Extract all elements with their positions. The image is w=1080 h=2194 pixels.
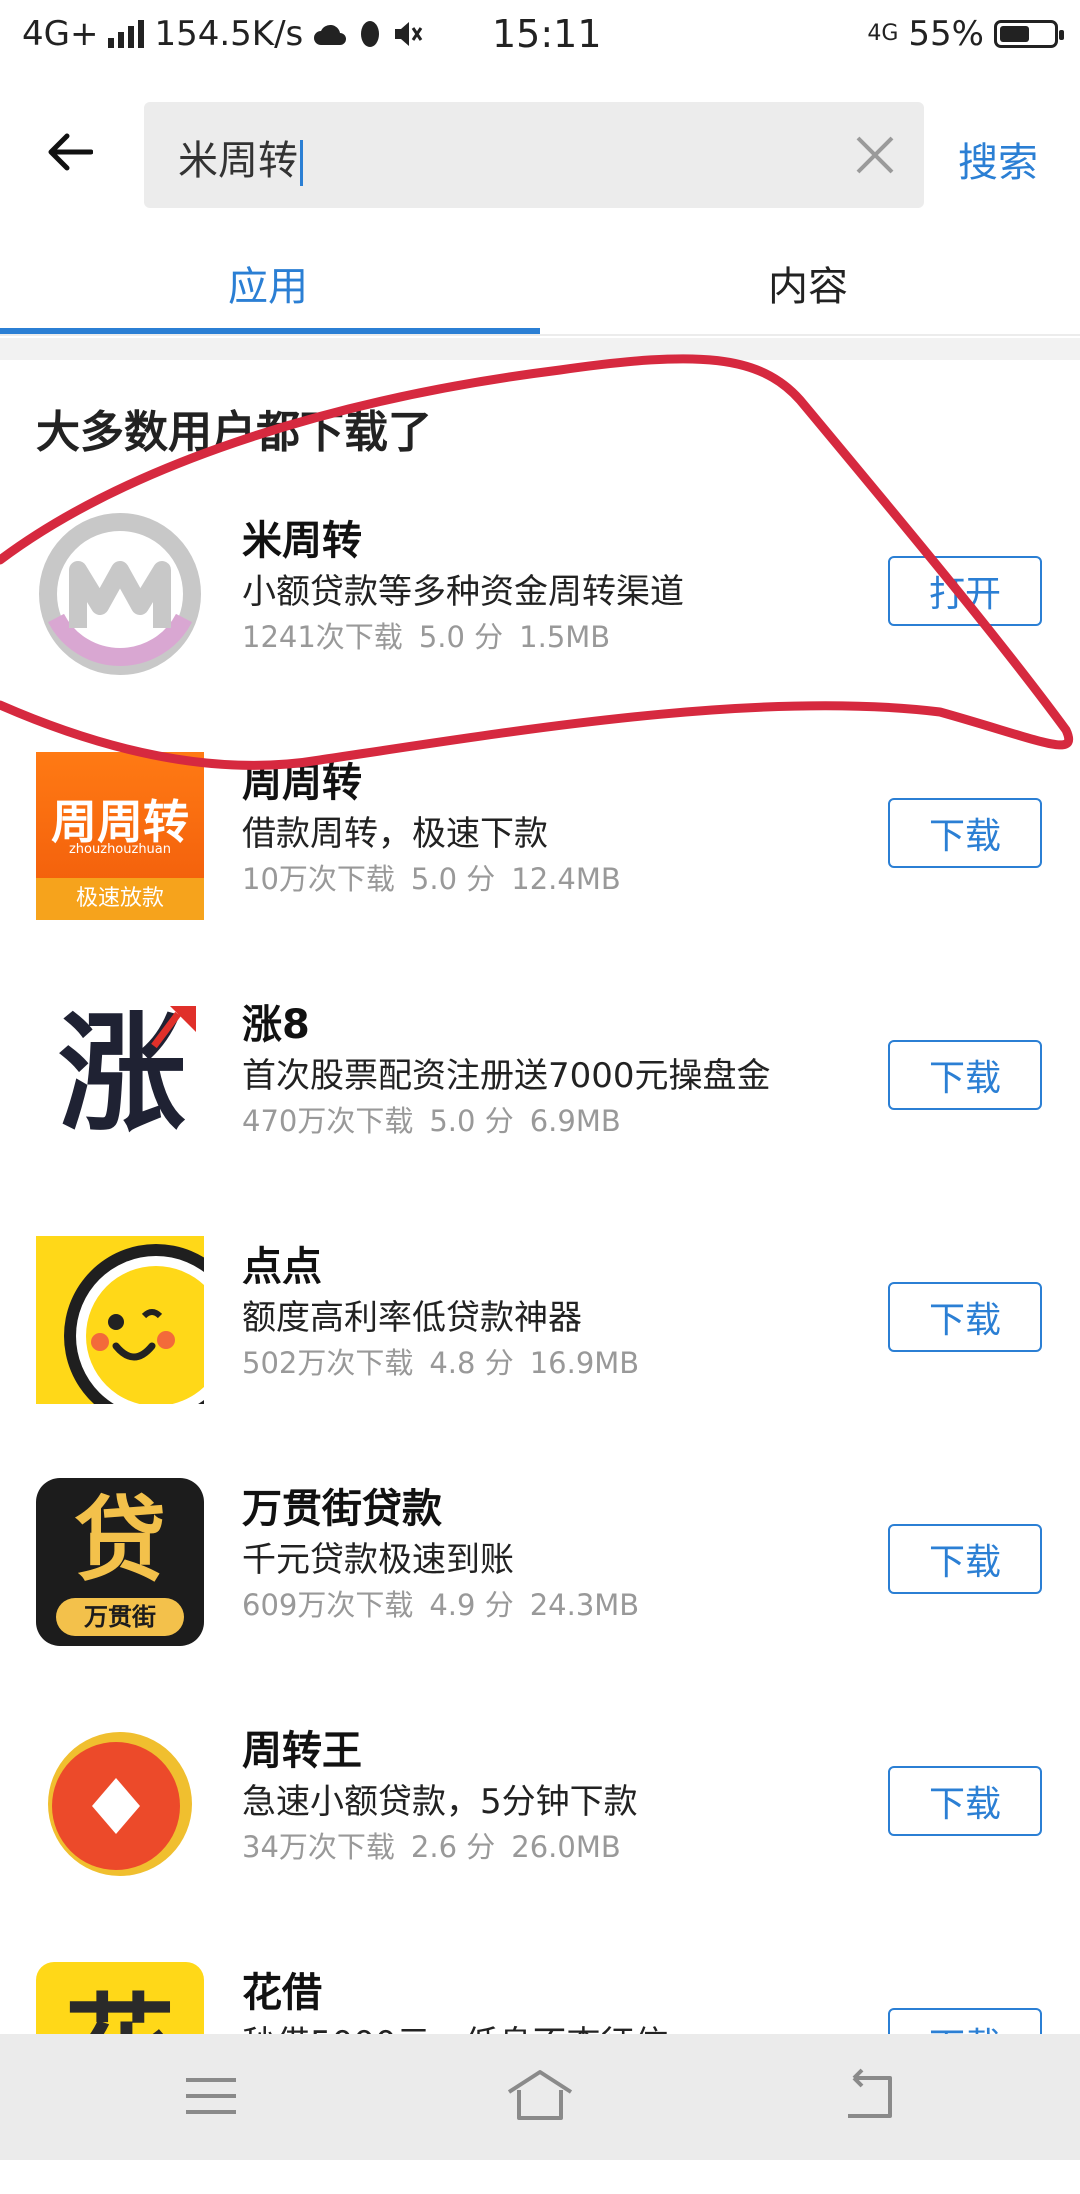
zhang8-logo-icon: 涨	[36, 994, 204, 1162]
rating: 4.9 分	[429, 1588, 514, 1622]
network-speed: 154.5K/s	[154, 14, 304, 54]
section-title: 大多数用户都下载了	[36, 407, 432, 458]
cloud-icon	[314, 24, 347, 45]
file-size: 6.9MB	[529, 1104, 621, 1138]
app-meta: 1241次下载 5.0 分 1.5MB	[242, 614, 626, 656]
file-size: 24.3MB	[529, 1588, 640, 1622]
download-button[interactable]: 下载	[888, 798, 1042, 868]
search-button[interactable]: 搜索	[958, 130, 1038, 188]
clock: 15:11	[492, 12, 602, 56]
app-name: 万贯街贷款	[242, 1486, 442, 1532]
file-size: 26.0MB	[511, 1830, 621, 1864]
tab-content[interactable]: 内容	[768, 254, 848, 312]
list-item[interactable]: 周转王 急速小额贷款，5分钟下款 34万次下载 2.6 分 26.0MB 下载	[0, 1710, 1080, 1952]
app-meta: 10万次下载 5.0 分 12.4MB	[242, 856, 637, 898]
download-count: 1241次下载	[242, 620, 403, 654]
open-button[interactable]: 打开	[888, 556, 1042, 626]
text-cursor	[300, 140, 303, 186]
download-button[interactable]: 下载	[888, 1524, 1042, 1594]
navigation-bar	[0, 2034, 1080, 2160]
rating: 5.0 分	[429, 1104, 514, 1138]
signal-icon	[108, 20, 145, 48]
arrow-left-icon	[48, 133, 93, 171]
mi-zhouzhuan-logo-icon	[36, 510, 204, 678]
network-type-right: 4G	[867, 21, 899, 46]
app-description: 首次股票配资注册送7000元操盘金	[242, 1056, 771, 1096]
download-count: 470万次下载	[242, 1104, 414, 1138]
list-item[interactable]: 贷 万贯街 万贯街贷款 千元贷款极速到账 609万次下载 4.9 分 24.3MB …	[0, 1468, 1080, 1710]
file-size: 1.5MB	[519, 620, 611, 654]
download-count: 609万次下载	[242, 1588, 414, 1622]
status-bar: 4G+ 154.5K/s 15:11 4G 55%	[0, 0, 1080, 76]
download-button[interactable]: 下载	[888, 1766, 1042, 1836]
rating: 2.6 分	[410, 1830, 496, 1864]
return-icon	[848, 2068, 892, 2118]
search-query: 米周转	[178, 138, 298, 184]
download-button[interactable]: 下载	[888, 1282, 1042, 1352]
rating: 5.0 分	[410, 862, 496, 896]
app-name: 周周转	[242, 760, 362, 806]
divider	[0, 334, 1080, 336]
app-name: 米周转	[242, 518, 362, 564]
app-meta: 470万次下载 5.0 分 6.9MB	[242, 1098, 637, 1140]
wanguanjie-logo-icon: 贷 万贯街	[36, 1478, 204, 1646]
file-size: 12.4MB	[511, 862, 621, 896]
home-icon	[507, 2070, 573, 2120]
tab-apps[interactable]: 应用	[228, 254, 308, 312]
tab-bar: 应用 内容	[0, 236, 1080, 336]
app-name: 花借	[242, 1970, 322, 2016]
battery-icon	[994, 20, 1064, 48]
download-count: 502万次下载	[242, 1346, 414, 1380]
home-button[interactable]	[505, 2064, 575, 2128]
app-description: 额度高利率低贷款神器	[242, 1298, 582, 1338]
app-description: 小额贷款等多种资金周转渠道	[242, 572, 684, 612]
zhouzhouzhuan-logo-icon: 周周转 zhouzhouzhuan 极速放款	[36, 752, 204, 920]
app-description: 急速小额贷款，5分钟下款	[242, 1782, 638, 1822]
back-nav-button[interactable]	[834, 2064, 904, 2128]
zhouzhuanwang-logo-icon	[36, 1720, 204, 1888]
smiley-face-icon	[36, 1236, 204, 1404]
app-name: 涨8	[242, 1002, 310, 1048]
app-meta: 609万次下载 4.9 分 24.3MB	[242, 1582, 655, 1624]
back-button[interactable]	[40, 122, 100, 182]
qq-penguin-icon	[361, 21, 380, 47]
app-description: 千元贷款极速到账	[242, 1540, 514, 1580]
network-type: 4G+	[22, 14, 99, 54]
list-item[interactable]: 涨 涨8 首次股票配资注册送7000元操盘金 470万次下载 5.0 分 6.9MB…	[0, 984, 1080, 1226]
search-input[interactable]: 米周转	[144, 102, 924, 208]
app-meta: 34万次下载 2.6 分 26.0MB	[242, 1824, 637, 1866]
list-item[interactable]: 点点 额度高利率低贷款神器 502万次下载 4.8 分 16.9MB 下载	[0, 1226, 1080, 1468]
menu-icon	[186, 2078, 236, 2114]
rating: 5.0 分	[418, 620, 504, 654]
menu-button[interactable]	[176, 2064, 246, 2128]
file-size: 16.9MB	[529, 1346, 640, 1380]
rating: 4.8 分	[429, 1346, 514, 1380]
download-count: 34万次下载	[242, 1830, 395, 1864]
status-left: 4G+ 154.5K/s	[22, 14, 423, 54]
clear-search-button[interactable]	[848, 128, 902, 182]
app-meta: 502万次下载 4.8 分 16.9MB	[242, 1340, 655, 1382]
download-button[interactable]: 下载	[888, 1040, 1042, 1110]
battery-percent: 55%	[908, 14, 984, 54]
app-name: 周转王	[242, 1728, 362, 1774]
section-separator	[0, 338, 1080, 360]
download-count: 10万次下载	[242, 862, 395, 896]
app-name: 点点	[242, 1244, 322, 1290]
mute-icon	[395, 22, 423, 46]
list-item[interactable]: 米周转 小额贷款等多种资金周转渠道 1241次下载 5.0 分 1.5MB 打开	[0, 500, 1080, 742]
app-description: 借款周转，极速下款	[242, 814, 548, 854]
status-right: 4G 55%	[867, 14, 1064, 54]
list-item[interactable]: 周周转 zhouzhouzhuan 极速放款 周周转 借款周转，极速下款 10万…	[0, 742, 1080, 984]
close-icon	[856, 136, 894, 174]
